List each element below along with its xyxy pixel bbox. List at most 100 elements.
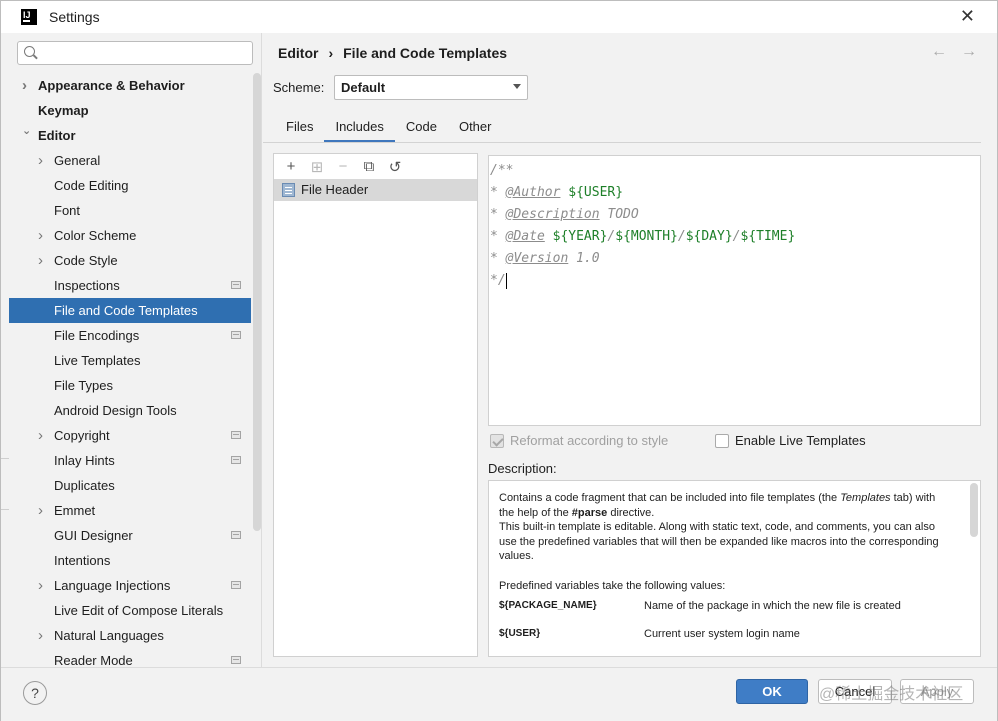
chevron-right-icon[interactable]: › <box>38 248 43 273</box>
sidebar-item[interactable]: › Emmet <box>9 498 251 523</box>
sidebar-item[interactable]: › General <box>9 148 251 173</box>
sidebar-item-label: File Encodings <box>54 328 140 343</box>
template-tabs: Files Includes Code Other <box>275 115 502 143</box>
sidebar-item[interactable]: Intentions <box>9 548 251 573</box>
breadcrumb-parent[interactable]: Editor <box>278 45 318 61</box>
variable-desc: Name of the package in which the new fil… <box>644 600 901 612</box>
template-list-panel: + ⊞ − ⧉ ↺ File Header <box>273 153 478 657</box>
settings-sidebar: › Appearance & Behavior Keymap ⌄ Editor › Gene… <box>1 33 262 668</box>
sidebar-item[interactable]: › Appearance & Behavior <box>9 73 251 98</box>
settings-window: IJ Settings ✕ › Appearance & Behavior Keym… <box>0 0 998 721</box>
sidebar-item[interactable]: GUI Designer <box>9 523 251 548</box>
sidebar-item-label: Android Design Tools <box>54 403 177 418</box>
sidebar-item[interactable]: File Types <box>9 373 251 398</box>
search-input[interactable] <box>17 41 253 65</box>
chevron-right-icon[interactable]: › <box>38 623 43 648</box>
tab-other[interactable]: Other <box>448 115 503 143</box>
add-icon[interactable]: + <box>280 157 302 177</box>
reformat-label: Reformat according to style <box>510 433 669 448</box>
chevron-right-icon[interactable]: › <box>38 148 43 173</box>
sidebar-item[interactable]: Live Templates <box>9 348 251 373</box>
sidebar-item[interactable]: Duplicates <box>9 473 251 498</box>
sidebar-item[interactable]: File and Code Templates <box>9 298 251 323</box>
live-templates-option[interactable]: Enable Live Templates <box>715 433 866 448</box>
description-scrollbar[interactable] <box>970 483 978 537</box>
sidebar-item-label: Natural Languages <box>54 628 164 643</box>
sidebar-item-label: Code Editing <box>54 178 129 193</box>
project-level-icon <box>231 431 241 439</box>
tab-files[interactable]: Files <box>275 115 324 143</box>
chevron-right-icon[interactable]: › <box>22 73 27 98</box>
help-button[interactable]: ? <box>23 681 47 705</box>
template-editor[interactable]: /** * @Author ${USER} * @Description TOD… <box>488 155 981 426</box>
list-item[interactable]: File Header <box>274 179 477 201</box>
sidebar-item-label: Color Scheme <box>54 228 137 243</box>
add-child-icon: ⊞ <box>310 158 324 176</box>
sidebar-item[interactable]: Android Design Tools <box>9 398 251 423</box>
settings-tree: › Appearance & Behavior Keymap ⌄ Editor › Gene… <box>9 73 251 673</box>
sidebar-item[interactable]: Keymap <box>9 98 251 123</box>
sidebar-item[interactable]: › Natural Languages <box>9 623 251 648</box>
sidebar-item[interactable]: › Code Style <box>9 248 251 273</box>
reset-icon[interactable]: ↺ <box>384 157 406 177</box>
ok-button[interactable]: OK <box>736 679 808 704</box>
sidebar-item-label: File and Code Templates <box>54 303 198 318</box>
sidebar-item-label: Duplicates <box>54 478 115 493</box>
sidebar-item-label: Copyright <box>54 428 110 443</box>
chevron-right-icon[interactable]: › <box>38 223 43 248</box>
sidebar-item-label: GUI Designer <box>54 528 133 543</box>
chevron-right-icon[interactable]: › <box>38 573 43 598</box>
code-line: * @Date ${YEAR}/${MONTH}/${DAY}/${TIME} <box>490 229 796 244</box>
back-arrow-icon[interactable]: ← <box>931 43 947 61</box>
template-list-toolbar: + ⊞ − ⧉ ↺ <box>274 154 477 179</box>
sidebar-item[interactable]: ⌄ Editor <box>9 123 251 148</box>
sidebar-item[interactable]: File Encodings <box>9 323 251 348</box>
navigation-arrows: ← → <box>931 43 977 61</box>
sidebar-item[interactable]: Inlay Hints <box>9 448 251 473</box>
reformat-option: Reformat according to style <box>490 433 668 448</box>
sidebar-item-label: Code Style <box>54 253 118 268</box>
scheme-dropdown[interactable]: Default <box>334 75 528 100</box>
live-templates-checkbox[interactable] <box>715 433 729 448</box>
sidebar-item[interactable]: › Copyright <box>9 423 251 448</box>
sidebar-item[interactable]: Code Editing <box>9 173 251 198</box>
chevron-right-icon[interactable]: › <box>38 498 43 523</box>
sidebar-scrollbar[interactable] <box>253 73 261 531</box>
file-template-icon <box>282 183 295 197</box>
description-label: Description: <box>488 461 557 476</box>
code-line: * @Description TODO <box>490 207 639 222</box>
dialog-footer: ? OK Cancel Apply @稀土掘金技术社区 <box>1 667 997 721</box>
sidebar-item[interactable]: › Language Injections <box>9 573 251 598</box>
sidebar-item[interactable]: Font <box>9 198 251 223</box>
close-icon[interactable]: ✕ <box>960 7 975 25</box>
text-caret <box>505 272 507 289</box>
sidebar-item-label: Emmet <box>54 503 96 518</box>
apply-button[interactable]: Apply <box>900 679 974 704</box>
project-level-icon <box>231 281 241 289</box>
list-item-label: File Header <box>301 182 369 197</box>
sidebar-item[interactable]: Live Edit of Compose Literals <box>9 598 251 623</box>
forward-arrow-icon[interactable]: → <box>961 43 977 61</box>
sidebar-item[interactable]: › Color Scheme <box>9 223 251 248</box>
cancel-button[interactable]: Cancel <box>818 679 892 704</box>
sidebar-item-label: Editor <box>38 128 76 143</box>
sidebar-item[interactable]: Inspections <box>9 273 251 298</box>
tab-code[interactable]: Code <box>395 115 448 143</box>
description-paragraph: Predefined variables take the following … <box>499 579 726 592</box>
copy-icon[interactable]: ⧉ <box>358 157 380 177</box>
project-level-icon <box>231 331 241 339</box>
description-box: Contains a code fragment that can be inc… <box>488 480 981 657</box>
chevron-down-icon[interactable]: ⌄ <box>22 119 31 144</box>
project-level-icon <box>231 656 241 664</box>
tabs-divider <box>263 142 981 143</box>
sidebar-item-label: Inlay Hints <box>54 453 115 468</box>
code-line: * @Author ${USER} <box>490 185 624 200</box>
live-templates-label: Enable Live Templates <box>735 433 866 448</box>
title-bar: IJ Settings ✕ <box>1 1 997 33</box>
sidebar-item-label: Live Edit of Compose Literals <box>54 603 224 618</box>
project-level-icon <box>231 531 241 539</box>
chevron-right-icon[interactable]: › <box>38 423 43 448</box>
variable-desc: Current user system login name <box>644 627 800 640</box>
tab-includes[interactable]: Includes <box>324 115 395 143</box>
sidebar-item-label: General <box>54 153 101 168</box>
